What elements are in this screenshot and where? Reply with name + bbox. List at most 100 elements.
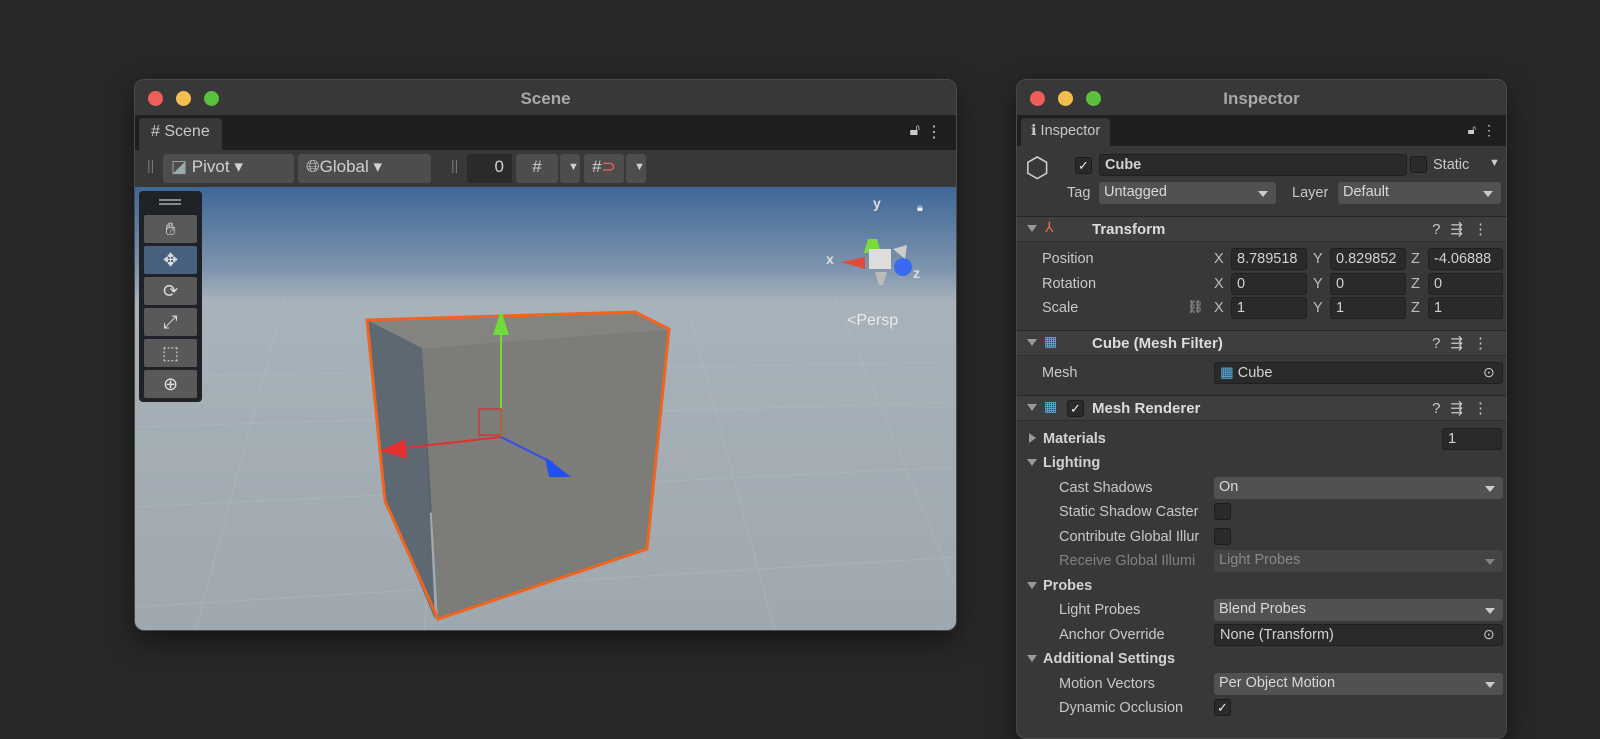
light-probes-row: Light Probes Blend Probes <box>1017 598 1506 622</box>
anchor-override-field[interactable]: None (Transform) <box>1214 624 1503 646</box>
materials-count-input[interactable]: 1 <box>1442 428 1502 450</box>
collapse-arrow[interactable] <box>1027 225 1037 232</box>
transform-tool[interactable]: ⊕ <box>144 370 197 398</box>
light-probes-label: Light Probes <box>1059 602 1141 618</box>
probes-row[interactable]: Probes <box>1017 574 1506 598</box>
transform-header[interactable]: ⅄ Transform ?⇶⋮ <box>1017 216 1506 242</box>
contribute-gi-checkbox[interactable] <box>1214 528 1231 545</box>
lock-icon[interactable]: 🔓︎ <box>910 122 920 140</box>
object-picker-icon[interactable]: ⊙ <box>1483 364 1495 381</box>
move-tool[interactable]: ✥ <box>144 246 197 274</box>
inspector-titlebar: Inspector <box>1017 80 1506 116</box>
tab-scene[interactable]: # Scene <box>139 118 222 150</box>
scale-y-input[interactable]: 1 <box>1330 297 1406 319</box>
snap-button[interactable]: #⊃ <box>584 154 624 183</box>
axis-label[interactable]: Y <box>1313 276 1323 292</box>
component-actions[interactable]: ?⇶⋮ <box>1432 399 1498 417</box>
info-icon: ℹ <box>1031 123 1037 139</box>
axis-label[interactable]: Z <box>1411 251 1420 267</box>
scene-viewport[interactable]: y x z 🔒︎ <Persp ✋︎ ✥ ⟳ ⤢ ⬚ ⊕ <box>135 187 956 630</box>
gizmo-x-label: x <box>826 251 834 267</box>
lighting-row[interactable]: Lighting <box>1017 451 1506 475</box>
motion-vectors-dropdown[interactable]: Per Object Motion <box>1214 673 1503 695</box>
materials-row[interactable]: Materials 1 <box>1017 427 1506 451</box>
grid-snap-input[interactable]: 0 <box>467 154 512 183</box>
additional-settings-foldout[interactable]: Additional Settings <box>1043 651 1175 667</box>
dynamic-occlusion-checkbox[interactable]: ✓ <box>1214 699 1231 716</box>
tag-dropdown[interactable]: Untagged <box>1099 182 1276 204</box>
global-dropdown[interactable]: 🌐︎Global ▾ <box>298 154 431 183</box>
collapse-arrow[interactable] <box>1027 404 1037 411</box>
drag-handle[interactable]: || <box>451 157 458 173</box>
tab-label: Scene <box>164 123 210 140</box>
component-title: Cube (Mesh Filter) <box>1092 335 1223 352</box>
axis-label[interactable]: Z <box>1411 300 1420 316</box>
scale-tool[interactable]: ⤢ <box>144 308 197 336</box>
grid-visibility-button[interactable]: # <box>516 154 558 183</box>
palette-drag-handle[interactable] <box>159 199 181 205</box>
rotation-x-input[interactable]: 0 <box>1231 273 1307 295</box>
cube-object-icon[interactable]: ⬡ <box>1025 151 1049 184</box>
mesh-filter-header[interactable]: ▦ Cube (Mesh Filter) ?⇶⋮ <box>1017 330 1506 356</box>
rotation-y-input[interactable]: 0 <box>1330 273 1406 295</box>
magnet-icon: #⊃ <box>592 157 616 176</box>
axis-label[interactable]: X <box>1214 300 1224 316</box>
collapse-arrow[interactable] <box>1027 339 1037 346</box>
grid-dropdown-arrow[interactable]: ▼ <box>560 154 580 183</box>
mesh-object-field[interactable]: ▦ Cube <box>1214 362 1503 384</box>
static-dropdown-arrow[interactable]: ▼ <box>1489 157 1500 169</box>
pivot-dropdown[interactable]: ◪ Pivot ▾ <box>163 154 294 183</box>
additional-settings-row[interactable]: Additional Settings <box>1017 647 1506 671</box>
active-checkbox[interactable]: ✓ <box>1075 157 1092 174</box>
gizmo-lock-icon[interactable]: 🔒︎ <box>917 202 923 215</box>
snap-dropdown-arrow[interactable]: ▼ <box>626 154 646 183</box>
gizmo-z-label: z <box>913 265 920 281</box>
tab-inspector[interactable]: ℹ Inspector <box>1021 118 1111 146</box>
probes-foldout[interactable]: Probes <box>1043 578 1092 594</box>
object-name-input[interactable]: Cube <box>1099 154 1407 176</box>
persp-label[interactable]: <Persp <box>847 312 898 330</box>
hand-tool[interactable]: ✋︎ <box>144 215 197 243</box>
rotate-tool[interactable]: ⟳ <box>144 277 197 305</box>
rotation-label: Rotation <box>1042 276 1097 292</box>
mesh-renderer-enabled-checkbox[interactable]: ✓ <box>1067 400 1084 417</box>
expand-arrow[interactable] <box>1029 433 1036 443</box>
position-z-input[interactable]: -4.06888 <box>1428 248 1503 270</box>
axis-label[interactable]: Z <box>1411 276 1420 292</box>
static-shadow-checkbox[interactable] <box>1214 503 1231 520</box>
scale-z-input[interactable]: 1 <box>1428 297 1503 319</box>
axis-label[interactable]: X <box>1214 251 1224 267</box>
lock-icon[interactable]: 🔓︎ <box>1468 122 1476 138</box>
scale-x-input[interactable]: 1 <box>1231 297 1307 319</box>
tag-label: Tag <box>1067 185 1091 201</box>
constrain-proportions-icon[interactable]: ⛓︎ <box>1187 299 1204 315</box>
rotation-z-input[interactable]: 0 <box>1428 273 1503 295</box>
layer-dropdown[interactable]: Default <box>1338 182 1501 204</box>
axis-label[interactable]: Y <box>1313 251 1323 267</box>
component-actions[interactable]: ?⇶⋮ <box>1432 334 1498 352</box>
collapse-arrow[interactable] <box>1027 459 1037 466</box>
position-x-input[interactable]: 8.789518 <box>1231 248 1307 270</box>
axis-label[interactable]: X <box>1214 276 1224 292</box>
component-actions[interactable]: ?⇶⋮ <box>1432 220 1498 238</box>
lighting-foldout[interactable]: Lighting <box>1043 455 1100 471</box>
cast-shadows-dropdown[interactable]: On <box>1214 477 1503 499</box>
mesh-renderer-header[interactable]: ▦ ✓ Mesh Renderer ?⇶⋮ <box>1017 395 1506 421</box>
rect-tool[interactable]: ⬚ <box>144 339 197 367</box>
collapse-arrow[interactable] <box>1027 655 1037 662</box>
component-title: Transform <box>1092 221 1166 238</box>
object-picker-icon[interactable]: ⊙ <box>1483 626 1495 643</box>
collapse-arrow[interactable] <box>1027 582 1037 589</box>
grid-icon: # <box>151 123 160 140</box>
anchor-override-label: Anchor Override <box>1059 627 1165 643</box>
more-menu-icon[interactable]: ⋮ <box>1482 122 1496 139</box>
static-label: Static <box>1433 157 1470 173</box>
static-checkbox[interactable] <box>1410 156 1427 173</box>
drag-handle[interactable]: || <box>147 157 154 173</box>
materials-foldout[interactable]: Materials <box>1043 431 1106 447</box>
position-y-input[interactable]: 0.829852 <box>1330 248 1406 270</box>
light-probes-dropdown[interactable]: Blend Probes <box>1214 599 1503 621</box>
more-menu-icon[interactable]: ⋮ <box>926 122 942 142</box>
axis-label[interactable]: Y <box>1313 300 1323 316</box>
receive-gi-row: Receive Global Illumi Light Probes <box>1017 549 1506 573</box>
